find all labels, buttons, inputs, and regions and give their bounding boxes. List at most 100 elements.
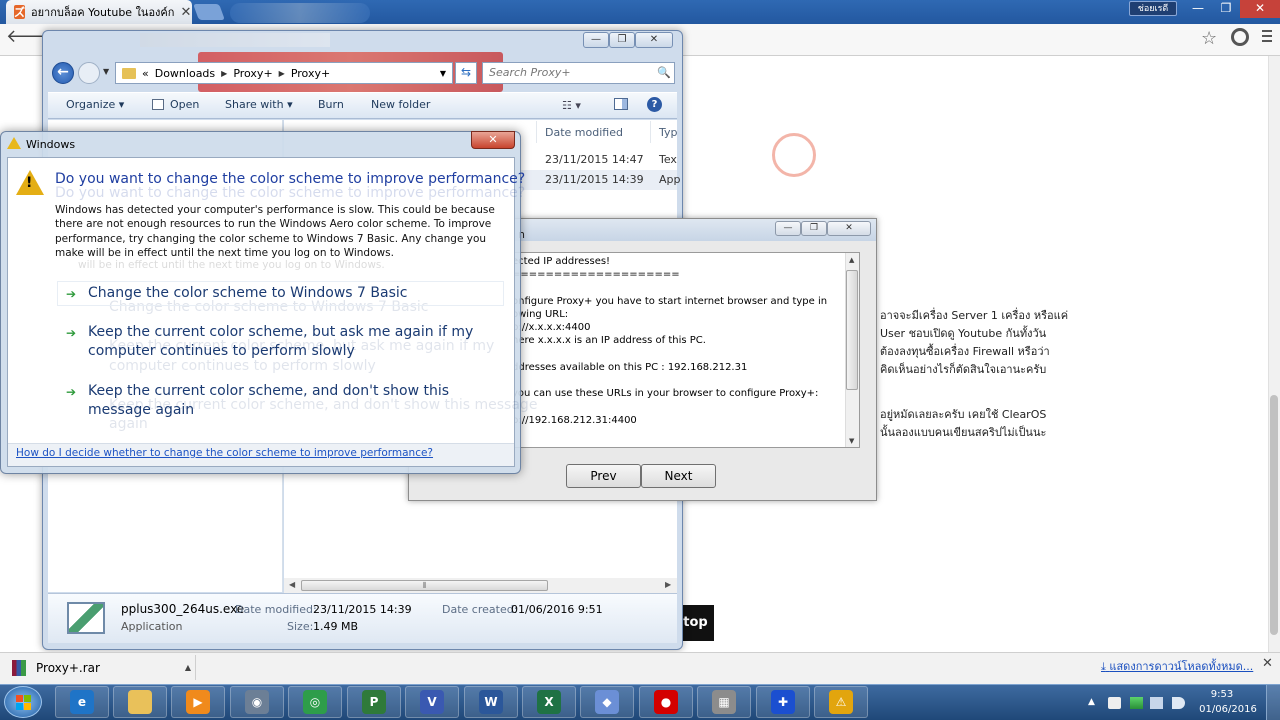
column-divider[interactable] (650, 121, 651, 143)
start-button[interactable] (4, 686, 42, 718)
word-icon: W (479, 690, 503, 714)
breadcrumb-prefix[interactable]: « (142, 67, 149, 80)
taskbar-calculator-button[interactable]: ▦ (697, 686, 751, 718)
proxy-minimize-button[interactable]: — (775, 221, 801, 236)
refresh-button[interactable]: ⇆ (455, 62, 477, 84)
chevron-down-icon[interactable]: ▼ (440, 69, 446, 78)
scroll-down-icon[interactable]: ▼ (849, 437, 854, 445)
taskbar-media-player-button[interactable]: ▶ (171, 686, 225, 718)
battery-icon[interactable] (1150, 697, 1163, 709)
chevron-right-icon[interactable]: ▶ (279, 69, 285, 78)
clock-time[interactable]: 9:53 (1199, 689, 1245, 700)
taskbar-proxy-plus-button[interactable]: ✚ (756, 686, 810, 718)
address-bar[interactable]: « Downloads ▶ Proxy+ ▶ Proxy+ ▼ (115, 62, 453, 84)
option-keep-ask-again[interactable]: ➔ Keep the current color scheme, but ask… (57, 320, 504, 364)
file-type[interactable]: Tex (659, 153, 677, 166)
browser-minimize-button[interactable]: — (1184, 0, 1212, 18)
prev-button[interactable]: Prev (566, 464, 641, 488)
taskbar-virtualbox-button[interactable]: ◆ (580, 686, 634, 718)
tab-title: อยากบล็อค Youtube ในองค์ก (31, 6, 175, 19)
taskbar-internet-explorer-button[interactable]: e (55, 686, 109, 718)
next-button[interactable]: Next (641, 464, 716, 488)
new-folder-button[interactable]: New folder (371, 98, 430, 111)
horizontal-scroll-thumb[interactable]: ⦀ (301, 580, 548, 591)
chevron-right-icon[interactable]: ▶ (221, 69, 227, 78)
option-change-to-basic[interactable]: ➔ Change the color scheme to Windows 7 B… (57, 281, 504, 306)
volume-icon[interactable] (1172, 697, 1185, 709)
browser-menu-icon[interactable] (1262, 30, 1272, 45)
scroll-left-icon[interactable]: ◀ (289, 580, 295, 589)
action-center-icon[interactable] (1108, 697, 1121, 709)
close-shelf-icon[interactable]: ✕ (1262, 656, 1273, 671)
column-header-date-modified[interactable]: Date modified (545, 126, 623, 139)
preview-pane-icon[interactable] (614, 98, 628, 110)
green-arrow-icon: ➔ (66, 287, 77, 301)
internet-explorer-icon: e (70, 690, 94, 714)
taskbar-word-button[interactable]: W (464, 686, 518, 718)
taskbar-visio-button[interactable]: V (405, 686, 459, 718)
show-all-downloads-label: แสดงการดาวน์โหลดทั้งหมด... (1109, 660, 1254, 673)
date-created-value: 01/06/2016 9:51 (511, 603, 603, 616)
new-tab-button[interactable] (193, 4, 225, 20)
bookmark-star-icon[interactable]: ☆ (1201, 28, 1217, 49)
option-keep-dont-show[interactable]: ➔ Keep the current color scheme, and don… (57, 379, 504, 423)
network-tool-icon: ◉ (245, 690, 269, 714)
background-tab[interactable] (230, 3, 370, 23)
column-header-type[interactable]: Typ (659, 126, 678, 139)
help-icon[interactable]: ? (647, 97, 662, 112)
explorer-maximize-button[interactable]: ❐ (609, 32, 635, 48)
file-date-modified[interactable]: 23/11/2015 14:39 (545, 173, 644, 186)
tray-expand-icon[interactable]: ▲ (1088, 697, 1095, 707)
size-label: Size: (287, 620, 314, 633)
download-item[interactable]: Proxy+.rar ▲ (6, 655, 196, 680)
forward-button[interactable] (78, 62, 100, 84)
taskbar-network-tool-button[interactable]: ◉ (230, 686, 284, 718)
breadcrumb-item[interactable]: Downloads (155, 67, 215, 80)
explorer-close-button[interactable]: ✕ (635, 32, 673, 48)
burn-button[interactable]: Burn (318, 98, 344, 111)
dialog-close-button[interactable]: ✕ (471, 131, 515, 149)
network-icon[interactable] (1130, 697, 1143, 709)
taskbar-excel-button[interactable]: X (522, 686, 576, 718)
browser-tab[interactable]: ズ อยากบล็อค Youtube ในองค์ก ✕ (6, 0, 192, 24)
taskbar-file-explorer-button[interactable] (113, 686, 167, 718)
search-icon[interactable]: 🔍 (657, 66, 671, 79)
proxy-plus-icon: ✚ (771, 690, 795, 714)
file-type[interactable]: App (659, 173, 681, 186)
taskbar-chrome-button[interactable]: ◎ (288, 686, 342, 718)
taskbar-recorder-button[interactable]: ● (639, 686, 693, 718)
show-desktop-button[interactable] (1266, 685, 1280, 720)
scroll-up-icon[interactable]: ▲ (849, 256, 854, 264)
history-dropdown-icon[interactable]: ▼ (103, 67, 109, 76)
explorer-minimize-button[interactable]: — (583, 32, 609, 48)
organize-button[interactable]: Organize ▾ (66, 98, 124, 111)
breadcrumb-item[interactable]: Proxy+ (233, 67, 272, 80)
back-button[interactable]: ← (52, 62, 74, 84)
proxy-maximize-button[interactable]: ❐ (801, 221, 827, 236)
page-scroll-thumb[interactable] (1270, 395, 1278, 635)
browser-maximize-button[interactable]: ❐ (1212, 0, 1240, 18)
column-divider[interactable] (536, 121, 537, 143)
extension-icon[interactable] (1231, 28, 1249, 46)
help-link[interactable]: How do I decide whether to change the co… (16, 447, 433, 459)
proxy-scroll-thumb[interactable] (846, 270, 858, 390)
proxy-text-line: here x.x.x.x is an IP address of this PC… (512, 335, 706, 346)
share-with-button[interactable]: Share with ▾ (225, 98, 293, 111)
scroll-right-icon[interactable]: ▶ (665, 580, 671, 589)
breadcrumb-item[interactable]: Proxy+ (291, 67, 330, 80)
tab-close-icon[interactable]: ✕ (180, 5, 191, 20)
chevron-up-icon[interactable]: ▲ (185, 663, 191, 672)
taskbar-project-button[interactable]: P (347, 686, 401, 718)
browser-close-button[interactable]: ✕ (1240, 0, 1280, 18)
show-all-downloads-link[interactable]: ⤓ แสดงการดาวน์โหลดทั้งหมด... (1101, 657, 1253, 675)
search-input[interactable]: Search Proxy+ (482, 62, 675, 84)
file-date-modified[interactable]: 23/11/2015 14:47 (545, 153, 644, 166)
date-modified-value: 23/11/2015 14:39 (313, 603, 412, 616)
profile-button[interactable]: ช่อยเรดี (1129, 1, 1177, 16)
proxy-close-button[interactable]: ✕ (827, 221, 871, 236)
view-options-icon[interactable]: ☷ ▾ (562, 99, 581, 112)
option-label: Keep the current color scheme, but ask m… (88, 324, 474, 359)
open-button[interactable]: Open (170, 98, 199, 111)
clock-date[interactable]: 01/06/2016 (1199, 704, 1257, 715)
taskbar-warning-app-button[interactable]: ⚠ (814, 686, 868, 718)
